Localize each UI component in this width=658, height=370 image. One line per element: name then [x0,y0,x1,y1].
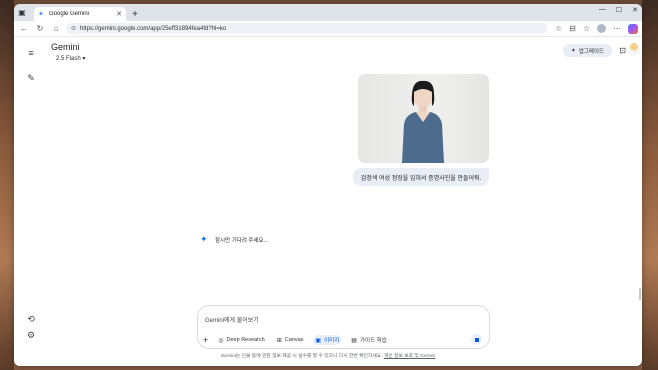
tool-canvas[interactable]: ⊞ Canvas [275,335,306,345]
guided-learning-icon: ▤ [351,337,357,344]
sparkle-icon: ✦ [571,47,576,54]
upgrade-button[interactable]: ✦ 업그레이드 [563,44,612,57]
close-window-icon[interactable]: ✕ [632,6,638,14]
disclaimer-text: Gemini는 인물 등에 관한 정보 제공 시 실수를 할 수 있으니 다시 … [220,354,383,359]
favorite-star-icon[interactable]: ☆ [555,24,562,33]
upgrade-label: 업그레이드 [578,48,604,55]
scrollbar[interactable] [639,288,641,300]
more-menu-icon[interactable]: ⋯ [613,24,621,33]
tool-label: 가이드 학습 [359,338,387,344]
canvas-icon: ⊞ [276,337,282,344]
toolbar-right: ☆ ⊟ ☆ ⋯ [555,23,638,34]
prompt-input[interactable]: Gemini에게 물어보기 [205,315,259,324]
minimize-icon[interactable]: — [599,6,606,14]
tool-guided-learning[interactable]: ▤ 가이드 학습 [349,335,389,345]
tab-strip: ▣ ✦ Google Gemini ✕ + — ☐ ✕ [14,4,642,21]
activity-history-icon[interactable]: ⟲ [24,312,38,326]
user-avatar[interactable] [628,42,640,56]
composer-tools: + ◎ Deep Research ⊞ Canvas ▣ 이미지 ▤ 가이드 학… [203,335,389,345]
site-info-icon[interactable]: ⊜ [71,25,76,32]
desktop-wallpaper-right [642,0,658,370]
stop-icon [474,337,479,342]
sidebar: ≡ ✎ ⟲ ⚙ [14,38,48,366]
app-title: Gemini [51,42,80,52]
back-icon[interactable]: ← [18,23,30,35]
gemini-favicon-icon: ✦ [38,10,44,18]
split-screen-icon[interactable]: ⊟ [569,24,576,33]
tab-gemini[interactable]: ✦ Google Gemini ✕ [34,7,126,21]
add-attachment-icon[interactable]: + [203,335,208,345]
model-selector[interactable]: 2.5 Flash ▾ [56,55,85,62]
image-icon: ▣ [315,337,322,344]
favorites-icon[interactable]: ☆ [583,24,590,33]
tool-label: Deep Research [226,337,265,343]
tool-label: Canvas [284,337,304,343]
tab-title: Google Gemini [49,11,90,17]
maximize-icon[interactable]: ☐ [616,6,622,14]
loading-text: 잠시만 기다려 주세요... [215,238,269,244]
copilot-icon[interactable] [628,23,638,34]
window-controls: — ☐ ✕ [599,6,638,14]
stop-generation-button[interactable] [471,334,482,345]
new-chat-icon[interactable]: ✎ [24,71,38,85]
new-tab-button[interactable]: + [128,7,142,21]
privacy-link[interactable]: 개인 정보 보호 및 Gemini [384,354,435,359]
prompt-composer[interactable]: Gemini에게 물어보기 + ◎ Deep Research ⊞ Canvas… [197,305,490,349]
uploaded-photo[interactable] [358,74,489,163]
desktop-wallpaper-left [0,0,14,370]
gemini-apps-icon[interactable]: ⊡ [619,46,626,55]
gemini-loading-spark-icon: ✦ [200,234,208,244]
person-photo-illustration [402,80,444,163]
tab-close-icon[interactable]: ✕ [116,10,122,18]
tab-actions-icon[interactable]: ▣ [14,4,30,21]
deep-research-icon: ◎ [218,337,224,344]
browser-toolbar: ← ↻ ⌂ ⊜ https://gemini.google.com/app/25… [14,21,642,37]
gemini-app: ≡ ✎ ⟲ ⚙ Gemini 2.5 Flash ▾ ✦ 업그레이드 ⊡ 검정색… [14,38,642,366]
tool-image[interactable]: ▣ 이미지 [313,335,342,345]
footer-disclaimer: Gemini는 인물 등에 관한 정보 제공 시 실수를 할 수 있으니 다시 … [14,352,642,359]
profile-avatar[interactable] [597,24,606,33]
tool-label: 이미지 [324,338,340,344]
url-text: https://gemini.google.com/app/25eff31894… [80,25,227,32]
browser-window: ▣ ✦ Google Gemini ✕ + — ☐ ✕ ← ↻ ⌂ ⊜ http… [14,4,642,366]
reload-icon[interactable]: ↻ [34,23,46,35]
menu-icon[interactable]: ≡ [24,46,38,60]
tool-deep-research[interactable]: ◎ Deep Research [216,335,266,345]
settings-gear-icon[interactable]: ⚙ [24,328,38,342]
address-bar[interactable]: ⊜ https://gemini.google.com/app/25eff318… [66,23,547,34]
user-prompt-bubble: 검정색 여성 정장을 입혀서 증명사진을 만들어줘. [353,168,489,186]
home-icon[interactable]: ⌂ [50,23,62,35]
